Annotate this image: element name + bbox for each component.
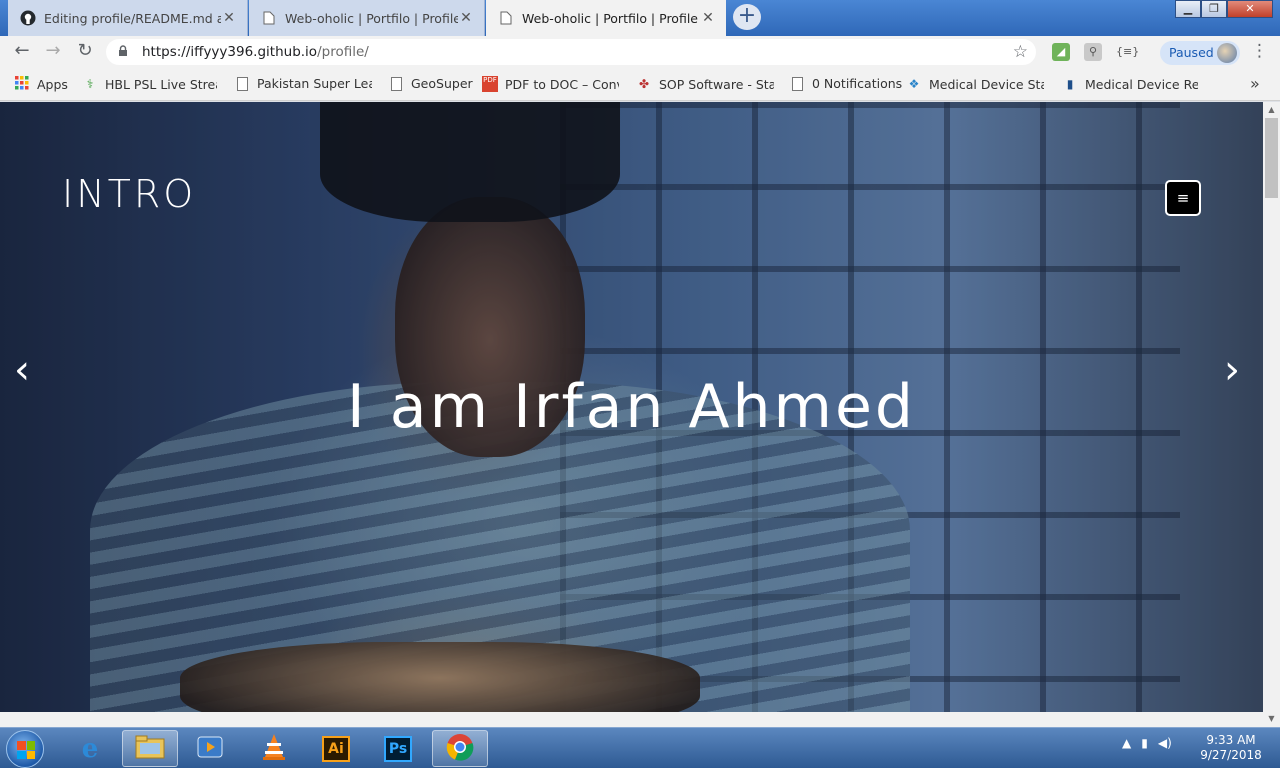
illustrator-icon: Ai bbox=[322, 735, 350, 762]
profile-status: Paused bbox=[1169, 45, 1214, 60]
bookmark-medical-standards[interactable]: ❖ Medical Device Stanc bbox=[906, 76, 1044, 92]
tab-portfolio-active[interactable]: Web-oholic | Portfilo | Profile ✕ bbox=[486, 0, 726, 36]
section-title: INTRO bbox=[62, 172, 197, 216]
tab-close-icon[interactable]: ✕ bbox=[700, 10, 716, 26]
extension-chart-icon[interactable]: ◢ bbox=[1052, 43, 1070, 61]
volume-icon[interactable]: ◀) bbox=[1158, 736, 1172, 750]
bookmarks-bar: Apps ⚕ HBL PSL Live Streami Pakistan Sup… bbox=[0, 68, 1280, 101]
bookmark-star-icon[interactable]: ☆ bbox=[1013, 42, 1028, 62]
bookmark-label: Medical Device Stanc bbox=[929, 76, 1044, 92]
page-viewport: INTRO ≡ ‹ › I am Irfan Ahmed bbox=[0, 102, 1263, 712]
bookmark-geosuper[interactable]: GeoSuper bbox=[388, 76, 473, 91]
tab-close-icon[interactable]: ✕ bbox=[458, 10, 474, 26]
reload-button[interactable]: ↻ bbox=[72, 40, 98, 64]
lock-icon bbox=[118, 45, 128, 60]
photoshop-icon: Ps bbox=[384, 735, 412, 762]
clock-date: 9/27/2018 bbox=[1200, 748, 1262, 762]
new-tab-button[interactable]: + bbox=[733, 4, 761, 30]
page-icon bbox=[792, 77, 803, 91]
tab-github-readme[interactable]: Editing profile/README.md at m ✕ bbox=[8, 0, 248, 36]
tab-title: Web-oholic | Portfilo | Profile bbox=[285, 10, 458, 26]
horizontal-scroll-area bbox=[0, 712, 1263, 727]
psl-icon: ⚕ bbox=[86, 77, 94, 91]
vlc-icon bbox=[261, 733, 287, 765]
show-hidden-icons-icon[interactable]: ▲ bbox=[1122, 736, 1131, 750]
taskbar-ie[interactable]: e bbox=[62, 730, 118, 767]
taskbar-explorer[interactable] bbox=[122, 730, 178, 767]
bookmark-label: Pakistan Super Leagu bbox=[257, 76, 372, 91]
bookmarks-more-icon[interactable]: » bbox=[1250, 74, 1260, 93]
url-text: https://iffyyy396.github.io/profile/ bbox=[142, 44, 369, 60]
hamburger-icon: ≡ bbox=[1176, 189, 1190, 207]
tab-portfolio-1[interactable]: Web-oholic | Portfilo | Profile ✕ bbox=[249, 0, 485, 36]
tab-title: Editing profile/README.md at m bbox=[44, 10, 221, 26]
page-icon bbox=[498, 10, 514, 26]
taskbar-media-player[interactable] bbox=[182, 730, 238, 767]
page-icon bbox=[261, 10, 277, 26]
scroll-up-arrow-icon[interactable]: ▲ bbox=[1263, 102, 1280, 118]
extension-search-icon[interactable]: ⚲ bbox=[1084, 43, 1102, 61]
system-tray: ▲ ▮ ◀) bbox=[1122, 736, 1172, 750]
bookmark-sop[interactable]: ✤ SOP Software - Stanc bbox=[636, 76, 774, 92]
taskbar-photoshop[interactable]: Ps bbox=[370, 730, 426, 767]
menu-toggle-button[interactable]: ≡ bbox=[1165, 180, 1201, 216]
taskbar-chrome[interactable] bbox=[432, 730, 488, 767]
device-icon: ❖ bbox=[908, 77, 920, 91]
clock-time: 9:33 AM bbox=[1206, 733, 1256, 747]
minimize-button[interactable]: ▁ bbox=[1175, 0, 1201, 18]
tab-title: Web-oholic | Portfilo | Profile bbox=[522, 10, 698, 26]
tab-close-icon[interactable]: ✕ bbox=[221, 10, 237, 26]
url-host: https://iffyyy396.github.io bbox=[142, 44, 318, 60]
forward-button[interactable]: → bbox=[40, 40, 66, 64]
bookmark-label: PDF to DOC – Conver bbox=[505, 76, 619, 92]
folder-icon bbox=[135, 735, 165, 763]
url-path: /profile/ bbox=[317, 44, 369, 60]
github-icon bbox=[20, 10, 36, 26]
bookmark-apps[interactable]: Apps bbox=[14, 76, 68, 92]
bookmark-pdf-to-doc[interactable]: PDF PDF to DOC – Conver bbox=[482, 76, 619, 92]
windows-logo-icon bbox=[17, 741, 35, 759]
hero-heading: I am Irfan Ahmed bbox=[347, 372, 916, 442]
extension-json-icon[interactable]: {≡} bbox=[1116, 43, 1139, 61]
battery-icon[interactable]: ▮ bbox=[1141, 736, 1148, 750]
page-icon bbox=[237, 77, 248, 91]
internet-explorer-icon: e bbox=[81, 733, 99, 764]
taskbar-illustrator[interactable]: Ai bbox=[308, 730, 364, 767]
restore-button[interactable]: ❐ bbox=[1201, 0, 1227, 18]
report-icon: ▮ bbox=[1066, 77, 1074, 91]
address-bar[interactable]: https://iffyyy396.github.io/profile/ ☆ bbox=[106, 39, 1036, 65]
bookmark-label: SOP Software - Stanc bbox=[659, 76, 774, 92]
apps-grid-icon bbox=[14, 76, 30, 92]
sop-icon: ✤ bbox=[638, 77, 650, 91]
start-button[interactable] bbox=[6, 730, 44, 768]
back-button[interactable]: ← bbox=[9, 40, 35, 64]
vertical-scrollbar[interactable]: ▲ ▼ bbox=[1263, 102, 1280, 727]
window-controls: ▁ ❐ ✕ bbox=[1175, 0, 1273, 20]
chrome-icon bbox=[446, 733, 474, 765]
bookmark-label: Apps bbox=[37, 76, 68, 92]
bookmark-medical-report[interactable]: ▮ Medical Device Repo bbox=[1062, 76, 1198, 92]
close-window-button[interactable]: ✕ bbox=[1227, 0, 1273, 18]
windows-taskbar: e Ai Ps ▲ ▮ ◀) 9:33 AM 9/27/2018 bbox=[0, 727, 1280, 768]
bookmark-label: GeoSuper bbox=[411, 76, 473, 91]
bookmark-notifications[interactable]: 0 Notifications bbox=[789, 76, 902, 91]
bookmark-psl[interactable]: ⚕ HBL PSL Live Streami bbox=[82, 76, 217, 92]
bookmark-label: Medical Device Repo bbox=[1085, 76, 1198, 92]
avatar bbox=[1217, 43, 1237, 63]
media-player-icon bbox=[197, 735, 223, 763]
taskbar-vlc[interactable] bbox=[246, 730, 302, 767]
profile-button[interactable]: Paused bbox=[1160, 41, 1240, 65]
bookmark-psl-page[interactable]: Pakistan Super Leagu bbox=[234, 76, 372, 91]
scroll-down-arrow-icon[interactable]: ▼ bbox=[1263, 711, 1280, 727]
bookmark-label: 0 Notifications bbox=[812, 76, 903, 91]
scrollbar-thumb[interactable] bbox=[1265, 118, 1278, 198]
pdf-icon: PDF bbox=[482, 76, 498, 92]
tab-strip: Editing profile/README.md at m ✕ Web-oho… bbox=[0, 0, 1280, 36]
page-icon bbox=[391, 77, 402, 91]
bookmark-label: HBL PSL Live Streami bbox=[105, 76, 217, 92]
system-clock[interactable]: 9:33 AM 9/27/2018 bbox=[1195, 733, 1267, 763]
browser-toolbar: ← → ↻ https://iffyyy396.github.io/profil… bbox=[0, 36, 1280, 68]
chrome-menu-icon[interactable]: ⋮ bbox=[1251, 42, 1268, 60]
